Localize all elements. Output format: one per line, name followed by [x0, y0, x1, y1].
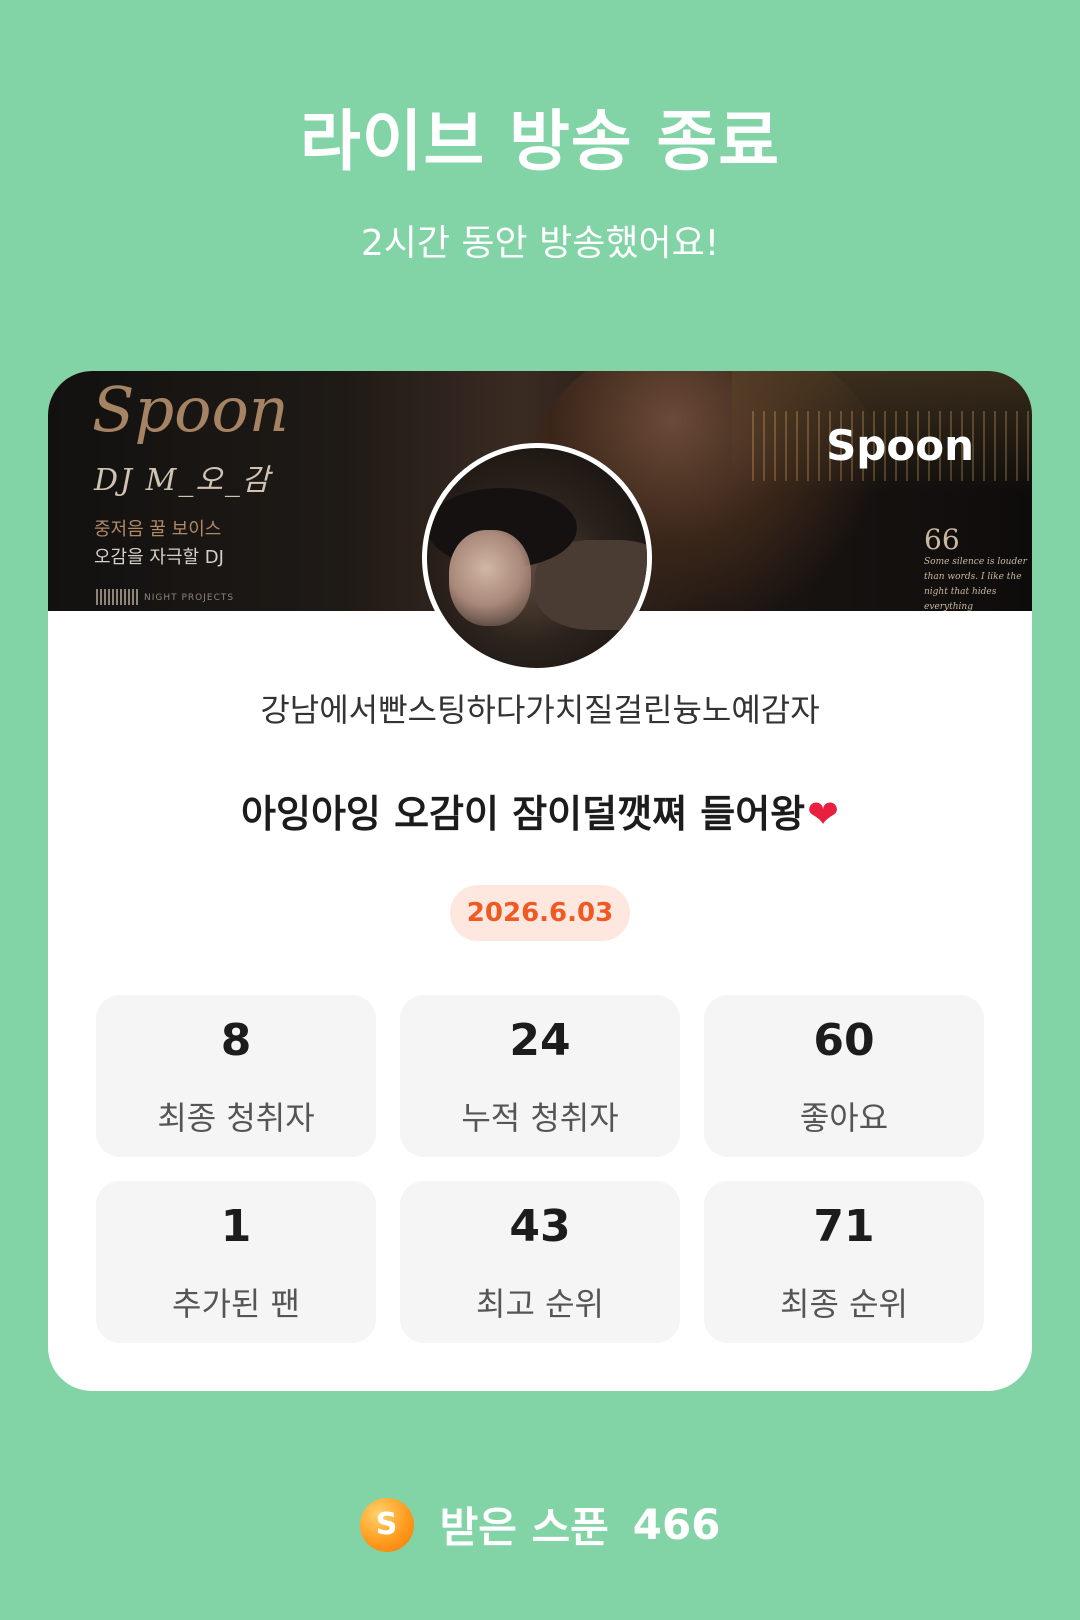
banner-quote: Some silence is louder than words. I lik…: [924, 557, 1027, 611]
banner-tagline-1: 중저음 꿀 보이스: [94, 519, 222, 540]
quote-mark-icon: 66: [924, 523, 960, 556]
stat-best-rank: 43 최고 순위: [400, 1181, 680, 1343]
broadcast-date-badge: 2026.6.03: [450, 885, 630, 941]
banner-dj-name: DJ M_오_감: [94, 463, 272, 498]
stat-value: 1: [220, 1201, 252, 1252]
spoons-received-value: 466: [632, 1500, 721, 1549]
stat-label: 최고 순위: [476, 1285, 604, 1323]
heart-icon: ❤: [807, 792, 839, 836]
dj-avatar[interactable]: [422, 443, 652, 673]
broadcast-duration-text: 2시간 동안 방송했어요!: [360, 223, 720, 264]
spoons-received: S 받은 스푼 466: [0, 1494, 1080, 1554]
stat-label: 추가된 팬: [172, 1285, 300, 1323]
stat-final-listeners: 8 최종 청취자: [96, 995, 376, 1157]
stat-value: 43: [509, 1201, 571, 1252]
page-title: 라이브 방송 종료: [300, 103, 780, 180]
dj-nickname: 강남에서빤스팅하다가치질걸린늉노예감자: [260, 691, 820, 729]
stream-title-text: 아잉아잉 오감이 잠이덜깻쪄 들어왕: [241, 792, 806, 836]
broadcast-summary-card: Spoon DJ M_오_감 중저음 꿀 보이스 오감을 자극할 DJ NIGH…: [48, 371, 1032, 1391]
waveform-icon: [96, 589, 140, 605]
stat-label: 최종 순위: [780, 1285, 908, 1323]
spoon-coin-icon: S: [359, 1497, 414, 1552]
stat-total-listeners: 24 누적 청취자: [400, 995, 680, 1157]
stat-value: 71: [813, 1201, 875, 1252]
banner-small-tag: NIGHT PROJECTS: [144, 593, 235, 603]
stat-new-fans: 1 추가된 팬: [96, 1181, 376, 1343]
stat-value: 24: [509, 1015, 571, 1066]
stat-value: 60: [813, 1015, 875, 1066]
stat-value: 8: [220, 1015, 252, 1066]
spoon-logo: Spoon: [826, 421, 974, 470]
stat-final-rank: 71 최종 순위: [704, 1181, 984, 1343]
banner-tagline-2: 오감을 자극할 DJ: [94, 547, 224, 568]
stream-title: 아잉아잉 오감이 잠이덜깻쪄 들어왕❤: [48, 783, 1032, 838]
stat-label: 좋아요: [799, 1099, 889, 1137]
stat-label: 누적 청취자: [461, 1099, 619, 1137]
banner-brand-script: Spoon: [92, 373, 289, 446]
stat-likes: 60 좋아요: [704, 995, 984, 1157]
spoons-received-label: 받은 스푼: [439, 1503, 609, 1552]
stat-label: 최종 청취자: [157, 1099, 315, 1137]
